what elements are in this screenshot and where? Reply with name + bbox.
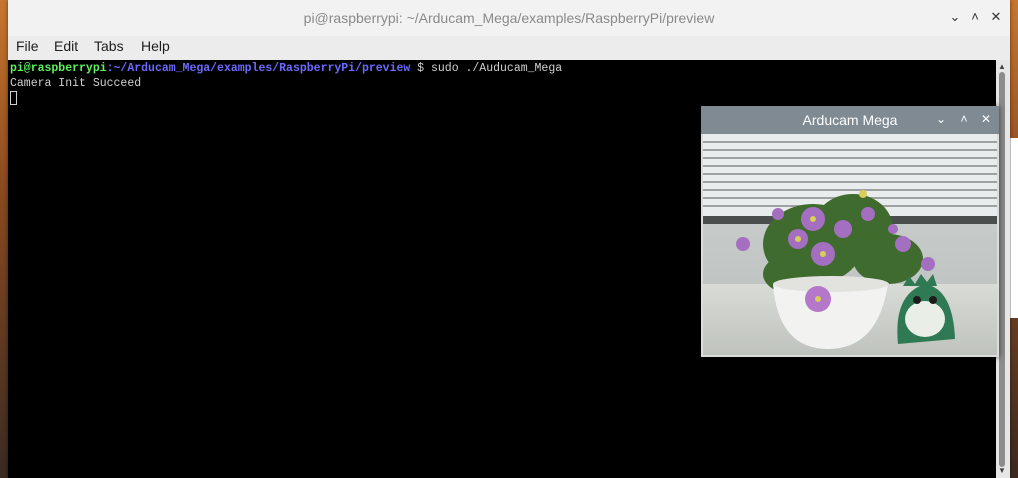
output-line: Camera Init Succeed <box>10 77 142 90</box>
preview-titlebar[interactable]: Arducam Mega ⌄ ˄ ✕ <box>701 106 999 134</box>
prompt-user: pi@raspberrypi <box>10 62 107 75</box>
close-button[interactable]: ✕ <box>987 8 1005 26</box>
menubar: File Edit Tabs Help <box>8 36 1010 60</box>
menu-tabs[interactable]: Tabs <box>94 38 124 54</box>
menu-edit[interactable]: Edit <box>54 38 78 54</box>
preview-minimize-button[interactable]: ⌄ <box>933 111 949 127</box>
command-text: sudo ./Auducam_Mega <box>431 62 563 75</box>
command-line: pi@raspberrypi:~/Arducam_Mega/examples/R… <box>10 61 562 76</box>
preview-maximize-button[interactable]: ˄ <box>956 111 972 127</box>
window-title: pi@raspberrypi: ~/Arducam_Mega/examples/… <box>303 10 715 26</box>
preview-title: Arducam Mega <box>802 112 898 128</box>
text-cursor <box>10 91 17 105</box>
menu-help[interactable]: Help <box>141 38 170 54</box>
window-titlebar[interactable]: pi@raspberrypi: ~/Arducam_Mega/examples/… <box>8 0 1010 36</box>
minimize-button[interactable]: ⌄ <box>946 8 964 26</box>
camera-frame-icon <box>703 134 997 355</box>
maximize-button[interactable]: ˄ <box>966 8 984 26</box>
menu-file[interactable]: File <box>16 38 39 54</box>
camera-preview-image <box>703 134 997 355</box>
scroll-up-icon[interactable]: ▲ <box>998 62 1006 71</box>
prompt-symbol: $ <box>410 62 431 75</box>
camera-preview-window: Arducam Mega ⌄ ˄ ✕ <box>701 106 999 357</box>
preview-close-button[interactable]: ✕ <box>978 111 994 127</box>
scroll-down-icon[interactable]: ▼ <box>998 466 1006 475</box>
scroll-thumb[interactable] <box>999 72 1005 467</box>
prompt-path: ~/Arducam_Mega/examples/RaspberryPi/prev… <box>113 62 411 75</box>
prompt-separator: : <box>106 62 114 75</box>
background-window-edge <box>1010 138 1018 318</box>
